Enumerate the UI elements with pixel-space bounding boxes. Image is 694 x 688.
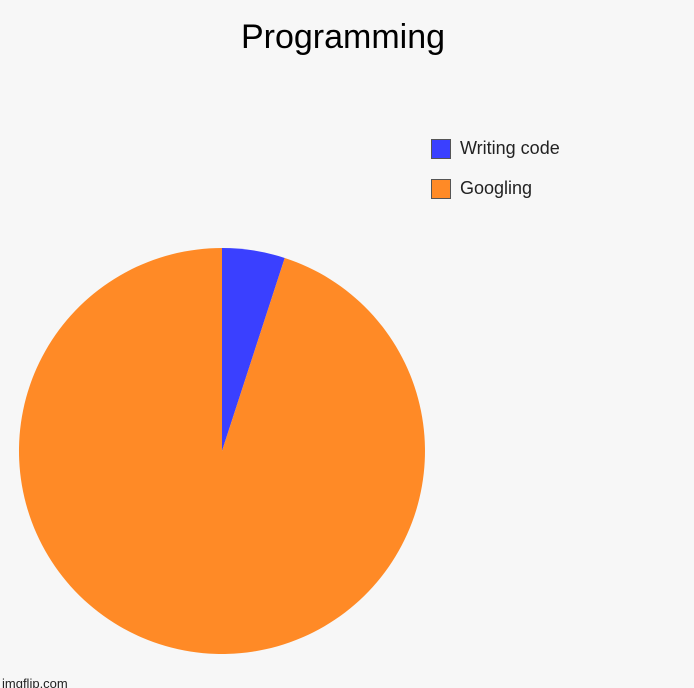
legend-label-googling: Googling — [460, 178, 533, 198]
pie-chart — [18, 248, 425, 654]
legend-item-googling: Googling — [431, 176, 560, 201]
watermark: imgflip.com — [2, 676, 68, 688]
legend-swatch-googling — [431, 178, 451, 199]
legend-item-writing-code: Writing code — [431, 136, 560, 161]
chart-canvas: Programming Writing code Googling imgfli… — [0, 0, 694, 688]
legend-label-writing-code: Writing code — [460, 138, 560, 158]
legend: Writing code Googling — [431, 136, 560, 216]
pie-slice-googling — [18, 248, 425, 654]
legend-swatch-writing-code — [431, 138, 451, 159]
